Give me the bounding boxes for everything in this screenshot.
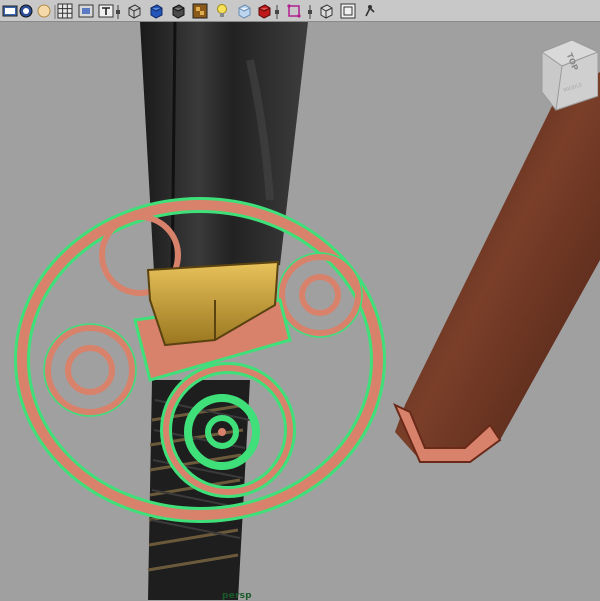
toolbar-separator <box>307 4 313 19</box>
scabbard-mesh[interactable] <box>393 72 600 463</box>
use-all-lights-icon[interactable] <box>214 3 230 19</box>
perspective-viewport[interactable] <box>0 22 600 600</box>
select-camera-icon[interactable] <box>2 3 18 19</box>
xray-icon[interactable] <box>256 3 272 19</box>
default-material-icon[interactable] <box>170 3 186 19</box>
wireframe-on-shaded-icon[interactable] <box>318 3 334 19</box>
resolution-gate-icon[interactable] <box>98 3 114 19</box>
camera-attributes-icon[interactable] <box>18 3 34 19</box>
constrain-icon[interactable] <box>362 3 378 19</box>
textured-icon[interactable] <box>192 3 208 19</box>
grid-icon[interactable] <box>57 3 73 19</box>
image-plane-icon[interactable] <box>36 3 52 19</box>
toolbar-separator <box>115 4 121 19</box>
shadows-icon[interactable] <box>236 3 252 19</box>
toolbar-separator <box>274 4 280 19</box>
viewcube[interactable]: TOP MIDDLE <box>538 39 600 112</box>
wireframe-icon[interactable] <box>126 3 142 19</box>
maya-viewport-window: TOP MIDDLE persp <box>0 0 600 601</box>
hud-icon[interactable] <box>340 3 356 19</box>
panel-toolbar <box>0 0 600 22</box>
isolate-select-icon[interactable] <box>286 3 302 19</box>
film-gate-icon[interactable] <box>78 3 94 19</box>
blade-mesh[interactable] <box>140 22 308 290</box>
smooth-shade-icon[interactable] <box>148 3 164 19</box>
